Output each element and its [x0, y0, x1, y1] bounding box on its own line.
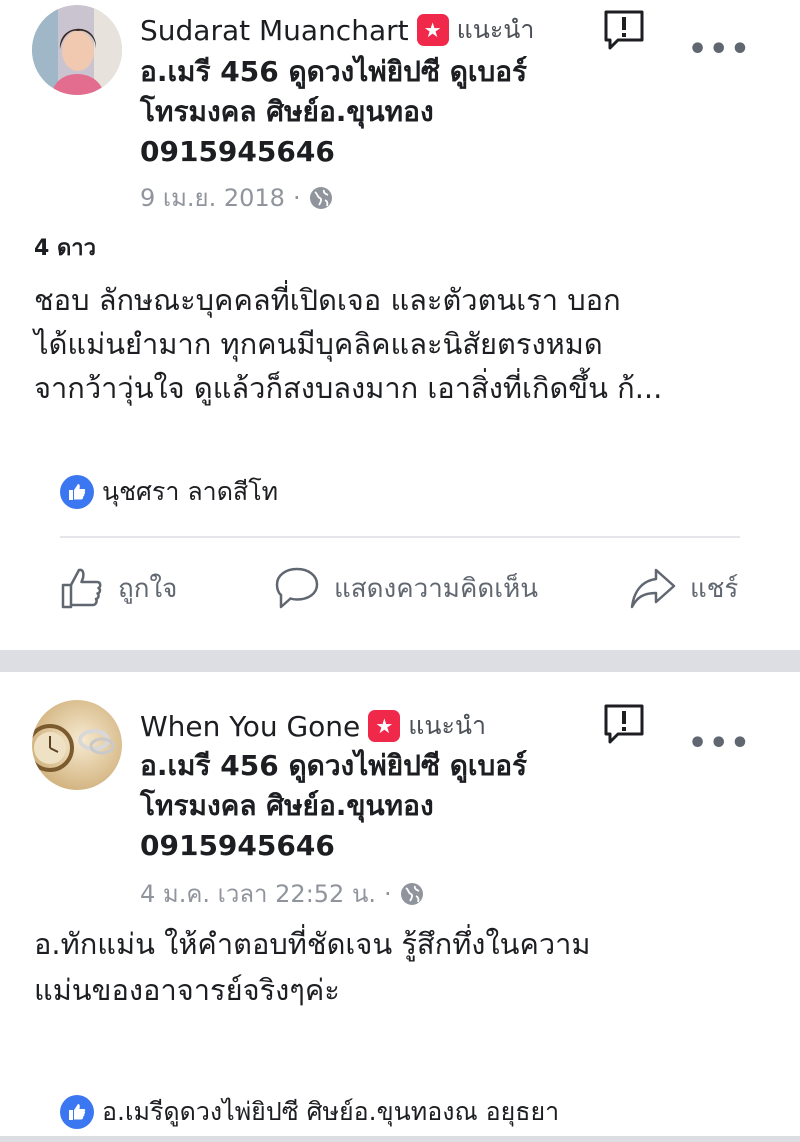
- page-name-line-2[interactable]: โทรมงคล ศิษย์อ.ขุนทอง: [140, 92, 434, 132]
- share-button-label: แชร์: [690, 573, 739, 604]
- meta-separator: ·: [292, 183, 301, 212]
- author-line: Sudarat Muanchart ★ แนะนำ: [140, 10, 534, 50]
- recommend-label: แนะนำ: [408, 711, 487, 740]
- review-text-line-3[interactable]: จากว้าวุ่นใจ ดูแล้วก็สงบลงมาก เอาสิ่งที่…: [34, 366, 662, 410]
- author-line: When You Gone ★ แนะนำ: [140, 706, 486, 746]
- review-post-2: When You Gone ★ แนะนำ อ.เมรี 456 ดูดวงไพ…: [0, 672, 800, 1136]
- liked-by-name: อ.เมรีดูดวงไพ่ยิปซี ศิษย์อ.ขุนทองณ อยุธย…: [102, 1097, 560, 1126]
- recommend-icon: ★: [368, 710, 401, 742]
- review-text-line-1: อ.ทักแม่น ให้คำตอบที่ชัดเจน รู้สึกทึ่งใน…: [34, 927, 591, 961]
- page-name-line-3[interactable]: 0915945646: [140, 132, 335, 172]
- post-separator: [0, 1136, 800, 1142]
- post-date[interactable]: 4 ม.ค. เวลา 22:52 น.: [140, 874, 376, 913]
- review-post-1: Sudarat Muanchart ★ แนะนำ อ.เมรี 456 ดูด…: [0, 0, 800, 650]
- review-text-line-2: ได้แม่นยำมาก ทุกคนมีบุคลิคและนิสัยตรงหมด: [34, 327, 603, 361]
- post-meta: 4 ม.ค. เวลา 22:52 น. ·: [140, 874, 424, 913]
- like-button[interactable]: ถูกใจ: [60, 566, 177, 610]
- comment-button-label: แสดงความคิดเห็น: [334, 573, 539, 604]
- reactions-summary[interactable]: นุชศรา ลาดสีโท: [60, 472, 278, 512]
- liked-by-name: นุชศรา ลาดสีโท: [102, 477, 279, 506]
- post-date[interactable]: 9 เม.ย. 2018: [140, 178, 285, 217]
- page-name-line-1[interactable]: อ.เมรี 456 ดูดวงไพ่ยิปซี ดูเบอร์: [140, 52, 527, 92]
- page-name-line-2[interactable]: โทรมงคล ศิษย์อ.ขุนทอง: [140, 786, 434, 826]
- page-name-line-1[interactable]: อ.เมรี 456 ดูดวงไพ่ยิปซี ดูเบอร์: [140, 746, 527, 786]
- review-text-line-1: ชอบ ลักษณะบุคคลที่เปิดเจอ และตัวตนเรา บอ…: [34, 283, 621, 317]
- meta-separator: ·: [383, 879, 392, 908]
- report-icon[interactable]: [602, 8, 646, 56]
- avatar[interactable]: [32, 700, 122, 790]
- divider: [60, 536, 740, 538]
- page-name-line-3[interactable]: 0915945646: [140, 826, 335, 866]
- post-meta: 9 เม.ย. 2018 ·: [140, 178, 333, 217]
- rating-label: 4 ดาว: [34, 236, 96, 261]
- review-text-line-2: แม่นของอาจารย์จริงๆค่ะ: [34, 973, 340, 1007]
- globe-icon: [309, 186, 332, 209]
- author-name[interactable]: When You Gone: [140, 710, 360, 743]
- post-separator: [0, 650, 800, 672]
- thumbs-up-icon: [61, 568, 102, 609]
- like-button-label: ถูกใจ: [118, 573, 178, 604]
- recommend-icon: ★: [416, 14, 449, 46]
- globe-icon: [400, 882, 423, 905]
- more-options-icon[interactable]: •••: [688, 726, 752, 761]
- report-icon[interactable]: [602, 702, 646, 750]
- share-button[interactable]: แชร์: [630, 566, 738, 610]
- share-icon: [630, 568, 676, 609]
- recommend-label: แนะนำ: [456, 15, 535, 44]
- comment-icon: [275, 567, 319, 609]
- avatar[interactable]: [32, 5, 122, 95]
- like-reaction-icon: [60, 475, 94, 509]
- author-name[interactable]: Sudarat Muanchart: [140, 14, 409, 47]
- comment-button[interactable]: แสดงความคิดเห็น: [274, 566, 538, 610]
- like-reaction-icon: [60, 1095, 94, 1129]
- reactions-summary[interactable]: อ.เมรีดูดวงไพ่ยิปซี ศิษย์อ.ขุนทองณ อยุธย…: [60, 1092, 559, 1132]
- more-options-icon[interactable]: •••: [688, 32, 752, 67]
